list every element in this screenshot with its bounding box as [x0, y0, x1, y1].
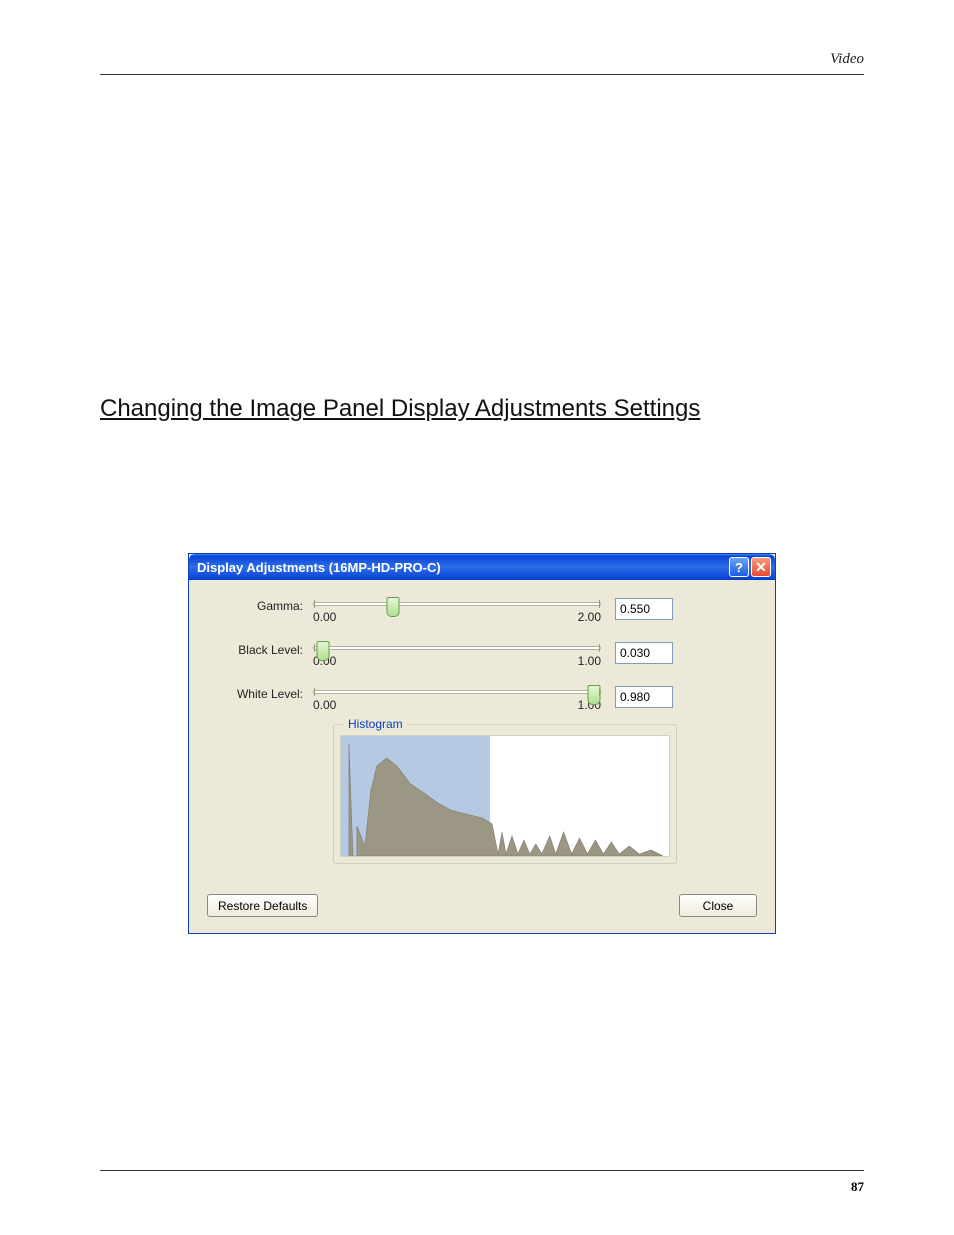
gamma-slider[interactable]: 0.00 2.00	[313, 598, 601, 624]
page-number: 87	[851, 1179, 864, 1194]
black-level-max: 1.00	[578, 654, 601, 668]
document-page: Video Changing the Image Panel Display A…	[0, 0, 954, 1235]
black-level-track	[313, 646, 601, 650]
dialog-container: Display Adjustments (16MP-HD-PRO-C) ? ✕ …	[100, 553, 864, 934]
black-level-input[interactable]	[615, 642, 673, 664]
gamma-row: Gamma: 0.00 2.00	[207, 598, 757, 624]
close-button[interactable]: Close	[679, 894, 757, 917]
white-level-min: 0.00	[313, 698, 336, 712]
gamma-min: 0.00	[313, 610, 336, 624]
title-bar[interactable]: Display Adjustments (16MP-HD-PRO-C) ? ✕	[189, 554, 775, 580]
histogram-svg	[341, 736, 669, 856]
close-window-button[interactable]: ✕	[751, 557, 771, 577]
gamma-range: 0.00 2.00	[313, 610, 601, 624]
dialog-buttons: Restore Defaults Close	[207, 894, 757, 917]
dialog-title: Display Adjustments (16MP-HD-PRO-C)	[197, 560, 727, 575]
white-level-label: White Level:	[207, 686, 313, 701]
gamma-input[interactable]	[615, 598, 673, 620]
white-level-input[interactable]	[615, 686, 673, 708]
black-level-label: Black Level:	[207, 642, 313, 657]
black-level-range: 0.00 1.00	[313, 654, 601, 668]
histogram-display	[340, 735, 670, 857]
white-level-row: White Level: 0.00 1.00	[207, 686, 757, 712]
display-adjustments-dialog: Display Adjustments (16MP-HD-PRO-C) ? ✕ …	[188, 553, 776, 934]
page-header: Video	[100, 50, 864, 75]
gamma-max: 2.00	[578, 610, 601, 624]
header-section-label: Video	[830, 51, 864, 67]
gamma-track	[313, 602, 601, 606]
histogram-legend: Histogram	[344, 717, 407, 731]
histogram-group: Histogram	[333, 724, 677, 864]
white-level-track	[313, 690, 601, 694]
close-icon: ✕	[755, 560, 767, 574]
white-level-slider[interactable]: 0.00 1.00	[313, 686, 601, 712]
gamma-label: Gamma:	[207, 598, 313, 613]
help-button[interactable]: ?	[729, 557, 749, 577]
gamma-thumb[interactable]	[386, 597, 399, 617]
white-level-range: 0.00 1.00	[313, 698, 601, 712]
black-level-row: Black Level: 0.00 1.00	[207, 642, 757, 668]
black-level-thumb[interactable]	[316, 641, 329, 661]
dialog-body: Gamma: 0.00 2.00 Black Level:	[189, 580, 775, 933]
section-heading: Changing the Image Panel Display Adjustm…	[100, 395, 864, 423]
restore-defaults-button[interactable]: Restore Defaults	[207, 894, 318, 917]
white-level-thumb[interactable]	[588, 685, 601, 705]
black-level-slider[interactable]: 0.00 1.00	[313, 642, 601, 668]
page-footer: 87	[100, 1170, 864, 1195]
help-icon: ?	[735, 560, 743, 575]
